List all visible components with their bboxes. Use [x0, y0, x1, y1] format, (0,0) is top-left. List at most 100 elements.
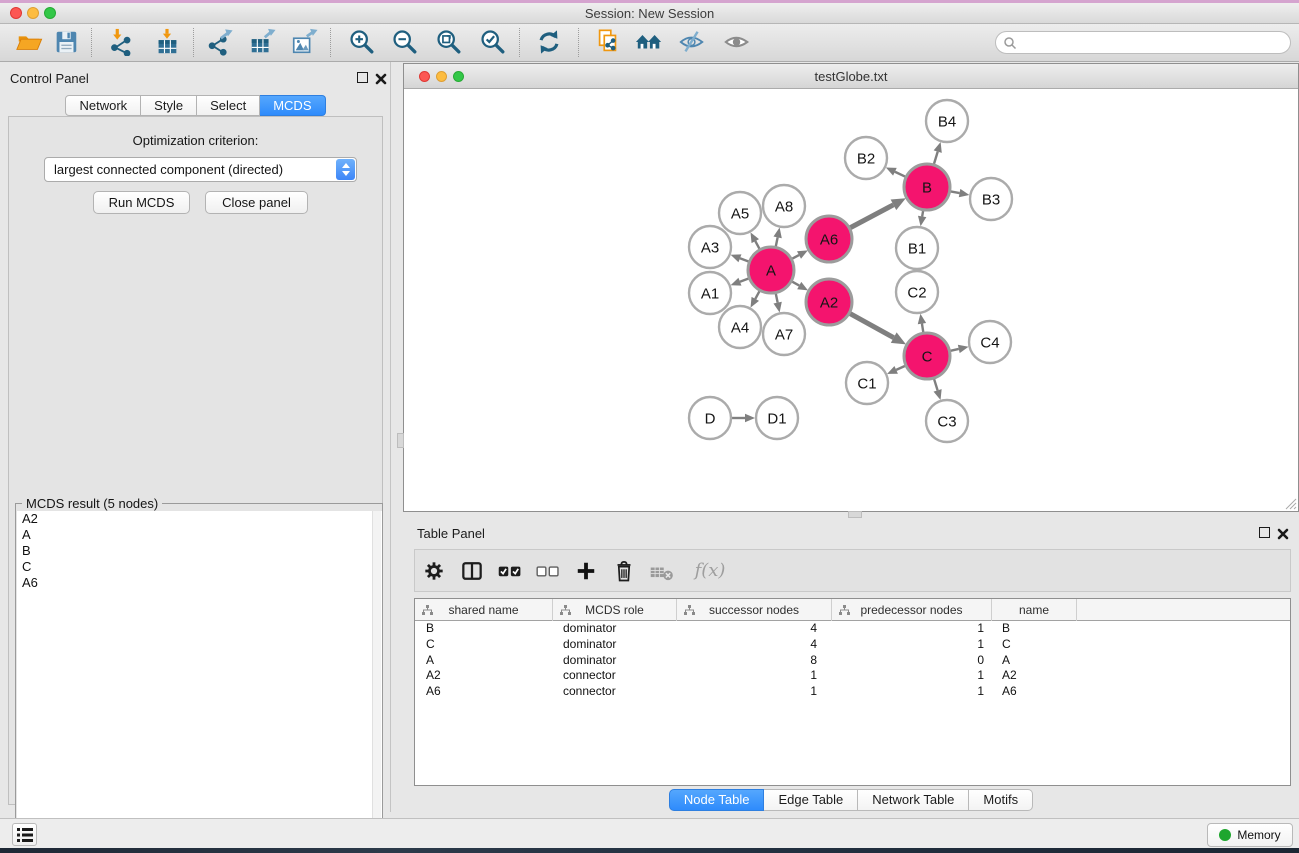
delete-table-button[interactable]: [643, 553, 681, 589]
import-network-button[interactable]: [105, 26, 137, 58]
result-item[interactable]: B: [17, 543, 382, 559]
result-item[interactable]: A: [17, 527, 382, 543]
table-cell[interactable]: 1: [832, 684, 992, 700]
show-column-button[interactable]: [453, 553, 491, 589]
criterion-dropdown[interactable]: largest connected component (directed): [44, 157, 357, 182]
table-cell[interactable]: A6: [992, 684, 1077, 700]
column-header-mcds-role[interactable]: MCDS role: [553, 599, 677, 621]
close-window-button[interactable]: [10, 7, 22, 19]
table-cell[interactable]: A: [992, 653, 1077, 669]
open-file-button[interactable]: [13, 26, 45, 58]
tab-network[interactable]: Network: [65, 95, 141, 116]
table-cell[interactable]: dominator: [553, 653, 677, 669]
table-cell[interactable]: A2: [992, 668, 1077, 684]
delete-row-button[interactable]: [605, 553, 643, 589]
table-cell[interactable]: connector: [553, 684, 677, 700]
result-scrollbar[interactable]: [372, 511, 381, 848]
result-item[interactable]: C: [17, 559, 382, 575]
network-canvas[interactable]: B4B2BB3A8A5A6A3B1AA1C2A2A4A7C4CC1DD1C3: [404, 89, 1298, 511]
show-graphics-details-button[interactable]: [721, 26, 753, 58]
zoom-fit-button[interactable]: [433, 26, 465, 58]
table-cell[interactable]: A6: [415, 684, 553, 700]
tab-node-table[interactable]: Node Table: [669, 789, 765, 811]
deselect-all-button[interactable]: [529, 553, 567, 589]
minimize-window-button[interactable]: [27, 7, 39, 19]
table-cell[interactable]: A: [415, 653, 553, 669]
zoom-in-button[interactable]: [346, 26, 378, 58]
table-cell[interactable]: dominator: [553, 621, 677, 637]
add-row-button[interactable]: [567, 553, 605, 589]
table-cell[interactable]: 4: [677, 621, 832, 637]
table-settings-button[interactable]: [415, 553, 453, 589]
column-header-shared-name[interactable]: shared name: [415, 599, 553, 621]
table-row[interactable]: Cdominator41C: [415, 637, 1290, 653]
table-cell[interactable]: A2: [415, 668, 553, 684]
table-body: Bdominator41BCdominator41CAdominator80AA…: [415, 621, 1290, 700]
float-panel-icon[interactable]: [357, 72, 368, 83]
table-cell[interactable]: B: [415, 621, 553, 637]
table-close-icon[interactable]: [1277, 527, 1289, 539]
table-cell[interactable]: C: [992, 637, 1077, 653]
refresh-layout-button[interactable]: [533, 26, 565, 58]
import-table-button[interactable]: [151, 26, 183, 58]
table-cell[interactable]: 0: [832, 653, 992, 669]
table-cell[interactable]: 1: [832, 621, 992, 637]
export-table-button[interactable]: [246, 26, 278, 58]
zoom-out-button[interactable]: [389, 26, 421, 58]
column-header-predecessor-nodes[interactable]: predecessor nodes: [832, 599, 992, 621]
table-cell[interactable]: B: [992, 621, 1077, 637]
table-cell[interactable]: 1: [832, 668, 992, 684]
tab-mcds[interactable]: MCDS: [260, 95, 325, 116]
table-cell[interactable]: 1: [677, 668, 832, 684]
eye-icon: [723, 28, 751, 56]
network-close-button[interactable]: [419, 71, 430, 82]
result-item[interactable]: A6: [17, 575, 382, 591]
table-cell[interactable]: 8: [677, 653, 832, 669]
search-field[interactable]: [995, 31, 1291, 54]
search-input[interactable]: [1021, 36, 1271, 50]
tab-edge-table[interactable]: Edge Table: [764, 789, 858, 811]
resize-grip-icon[interactable]: [1284, 497, 1297, 510]
mcds-result-title: MCDS result (5 nodes): [22, 496, 162, 511]
result-item[interactable]: A2: [17, 511, 382, 527]
network-maximize-button[interactable]: [453, 71, 464, 82]
table-cell[interactable]: 4: [677, 637, 832, 653]
table-row[interactable]: Bdominator41B: [415, 621, 1290, 637]
task-history-button[interactable]: [12, 823, 37, 846]
reset-view-button[interactable]: [633, 26, 665, 58]
table-cell[interactable]: C: [415, 637, 553, 653]
table-cell[interactable]: dominator: [553, 637, 677, 653]
select-all-button[interactable]: [491, 553, 529, 589]
close-panel-button[interactable]: Close panel: [205, 191, 308, 214]
close-panel-icon[interactable]: [375, 72, 387, 84]
table-cell[interactable]: 1: [677, 684, 832, 700]
bottom-splitter-handle[interactable]: [848, 511, 862, 518]
table-row[interactable]: A6connector11A6: [415, 684, 1290, 700]
tab-network-table[interactable]: Network Table: [858, 789, 969, 811]
table-float-icon[interactable]: [1259, 527, 1270, 538]
hide-selected-button[interactable]: [676, 26, 708, 58]
tab-select[interactable]: Select: [197, 95, 260, 116]
tab-style[interactable]: Style: [141, 95, 197, 116]
mcds-result-list[interactable]: A2ABCA6: [17, 511, 382, 848]
save-session-button[interactable]: [50, 26, 82, 58]
table-cell[interactable]: connector: [553, 668, 677, 684]
export-network-button[interactable]: [204, 26, 236, 58]
delete-table-icon: [648, 558, 676, 584]
zoom-selected-button[interactable]: [477, 26, 509, 58]
run-mcds-button[interactable]: Run MCDS: [93, 191, 190, 214]
export-image-button[interactable]: [288, 26, 320, 58]
left-splitter-handle[interactable]: [397, 433, 404, 448]
column-header-successor-nodes[interactable]: successor nodes: [677, 599, 832, 621]
status-bar: Memory: [0, 818, 1299, 848]
table-cell[interactable]: 1: [832, 637, 992, 653]
network-minimize-button[interactable]: [436, 71, 447, 82]
maximize-window-button[interactable]: [44, 7, 56, 19]
column-header-name[interactable]: name: [992, 599, 1077, 621]
table-row[interactable]: A2connector11A2: [415, 668, 1290, 684]
tab-motifs[interactable]: Motifs: [969, 789, 1033, 811]
table-row[interactable]: Adominator80A: [415, 653, 1290, 669]
memory-button[interactable]: Memory: [1207, 823, 1293, 847]
new-network-from-selection-button[interactable]: [592, 26, 624, 58]
function-builder-button[interactable]: f(x): [681, 553, 733, 589]
